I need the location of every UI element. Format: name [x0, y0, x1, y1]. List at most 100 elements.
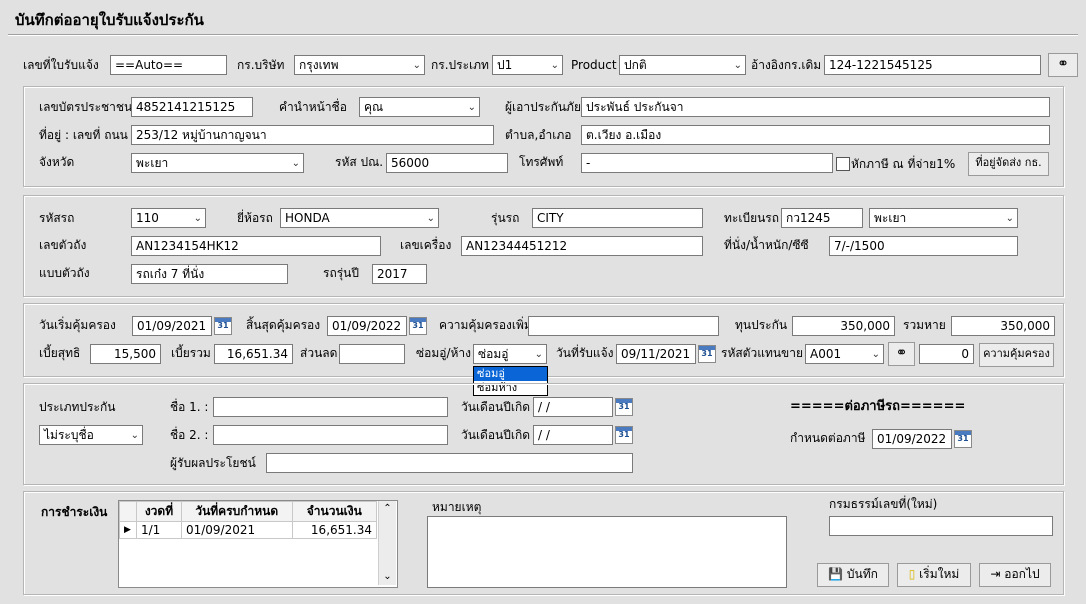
exit-button-label: ออกไป	[1004, 567, 1040, 581]
search-binocular-button[interactable]: ⚭	[1048, 53, 1078, 77]
type-select[interactable]: ป1 ⌄	[492, 55, 563, 75]
dob2-field[interactable]: / /	[533, 425, 613, 445]
calendar-icon[interactable]: 31	[615, 426, 633, 444]
engine-label: เลขเครื่อง	[400, 238, 452, 252]
prefix-select-value: คุณ	[364, 100, 384, 114]
due-date-cell: 01/09/2021	[180, 521, 293, 539]
calendar-icon[interactable]: 31	[698, 345, 716, 363]
tax-due-field[interactable]: 01/09/2022	[872, 429, 952, 449]
vehicle-code-value: 110	[136, 211, 159, 225]
policy-number-field[interactable]	[829, 516, 1053, 536]
payment-scrollbar[interactable]: ⌃ ⌄	[378, 501, 396, 585]
id-label: เลขบัตรประชาชน	[39, 100, 133, 114]
end-label: สิ้นสุดคุ้มครอง	[246, 318, 321, 332]
beneficiary-label: ผู้รับผลประโยชน์	[170, 456, 256, 470]
scroll-down-icon[interactable]: ⌄	[379, 569, 396, 585]
address-field[interactable]: 253/12 หมู่บ้านกาญจนา	[131, 125, 494, 145]
chevron-down-icon: ⌄	[193, 213, 202, 224]
province-label: จังหวัด	[39, 155, 75, 169]
calendar-icon[interactable]: 31	[615, 398, 633, 416]
company-label: กร.บริษัท	[237, 58, 285, 72]
product-select[interactable]: ปกติ ⌄	[619, 55, 746, 75]
calendar-icon[interactable]: 31	[214, 317, 232, 335]
gross-premium-label: เบี้ยรวม	[171, 346, 211, 360]
name2-label: ชื่อ 2. :	[170, 428, 209, 442]
plate-field[interactable]: กว1245	[781, 208, 863, 228]
type-select-value: ป1	[497, 58, 513, 72]
engine-field[interactable]: AN12344451212	[461, 236, 703, 256]
chevron-down-icon: ⌄	[412, 60, 421, 71]
table-row[interactable]: ▶ 1/1 01/09/2021 16,651.34	[119, 521, 378, 539]
company-select-value: กรุงเทพ	[299, 58, 339, 72]
brand-select[interactable]: HONDA ⌄	[280, 208, 439, 228]
remark-textarea[interactable]	[427, 516, 787, 588]
dob2-label: วันเดือนปีเกิด	[461, 428, 531, 442]
brand-value: HONDA	[285, 211, 330, 225]
chassis-field[interactable]: AN1234154HK12	[131, 236, 381, 256]
end-date-field[interactable]: 01/09/2022	[327, 316, 407, 336]
notice-no-label: เลขที่ใบรับแจ้ง	[23, 58, 99, 72]
sum-insured-label: ทุนประกัน	[735, 318, 788, 332]
net-premium-field[interactable]: 15,500	[90, 344, 161, 364]
new-button[interactable]: ▯ เริ่มใหม่	[897, 563, 971, 587]
name2-field[interactable]	[213, 425, 448, 445]
notice-no-field[interactable]: ==Auto==	[110, 55, 227, 75]
model-field[interactable]: CITY	[532, 208, 703, 228]
sum-insured-field[interactable]: 350,000	[792, 316, 895, 336]
scroll-up-icon[interactable]: ⌃	[379, 501, 396, 517]
year-field[interactable]: 2017	[372, 264, 427, 284]
chevron-down-icon: ⌄	[534, 349, 543, 360]
vehicle-code-label: รหัสรถ	[39, 211, 75, 225]
beneficiary-field[interactable]	[266, 453, 633, 473]
postcode-label: รหัส ปณ.	[335, 155, 384, 169]
plate-province-select[interactable]: พะเยา ⌄	[869, 208, 1018, 228]
discount-field[interactable]	[339, 344, 405, 364]
binocular-icon: ⚭	[1057, 56, 1069, 72]
calendar-icon[interactable]: 31	[954, 430, 972, 448]
phone-field[interactable]: -	[581, 153, 833, 173]
name1-field[interactable]	[213, 397, 448, 417]
binocular-icon: ⚭	[895, 345, 908, 361]
chevron-down-icon: ⌄	[1005, 213, 1014, 224]
seat-field[interactable]: 7/-/1500	[829, 236, 1018, 256]
prefix-select[interactable]: คุณ ⌄	[359, 97, 480, 117]
total-loss-field[interactable]: 350,000	[951, 316, 1055, 336]
net-premium-label: เบี้ยสุทธิ	[39, 346, 81, 360]
coverage-button[interactable]: ความคุ้มครอง	[979, 343, 1054, 367]
ref-field[interactable]: 124-1221545125	[824, 55, 1041, 75]
ship-address-button[interactable]: ที่อยู่จัดส่ง กธ.	[968, 152, 1049, 176]
chevron-down-icon: ⌄	[467, 102, 476, 113]
save-button[interactable]: 💾 บันทึก	[817, 563, 889, 587]
exit-button[interactable]: ⇥ ออกไป	[979, 563, 1051, 587]
start-date-field[interactable]: 01/09/2021	[132, 316, 212, 336]
district-field[interactable]: ต.เวียง อ.เมือง	[581, 125, 1050, 145]
agent-search-button[interactable]: ⚭	[888, 342, 915, 366]
postcode-field[interactable]: 56000	[386, 153, 508, 173]
calendar-icon[interactable]: 31	[409, 317, 427, 335]
dob1-label: วันเดือนปีเกิด	[461, 400, 531, 414]
gross-premium-field[interactable]: 16,651.34	[214, 344, 293, 364]
body-type-field[interactable]: รถเก๋ง 7 ที่นั่ง	[131, 264, 288, 284]
vehicle-code-select[interactable]: 110 ⌄	[131, 208, 206, 228]
prefix-label: คำนำหน้าชื่อ	[279, 100, 347, 114]
agent-select[interactable]: A001 ⌄	[805, 344, 884, 364]
brand-label: ยี่ห้อรถ	[237, 211, 273, 225]
product-select-value: ปกติ	[624, 58, 647, 72]
row-selector-header	[119, 501, 137, 522]
company-select[interactable]: กรุงเทพ ⌄	[294, 55, 425, 75]
repair-option[interactable]: ซ่อมอู่	[474, 367, 547, 381]
dob1-field[interactable]: / /	[533, 397, 613, 417]
repair-select[interactable]: ซ่อมอู่ ⌄	[473, 344, 547, 364]
chevron-down-icon: ⌄	[550, 60, 559, 71]
agent-number-field[interactable]: 0	[919, 344, 974, 364]
row-pointer-icon: ▶	[119, 521, 137, 539]
province-select[interactable]: พะเยา ⌄	[131, 153, 304, 173]
id-field[interactable]: 4852141215125	[131, 97, 253, 117]
insured-field[interactable]: ประพันธ์ ประกันจา	[581, 97, 1050, 117]
receive-date-field[interactable]: 09/11/2021	[616, 344, 696, 364]
repair-label: ซ่อมอู่/ห้าง	[416, 346, 472, 360]
remark-label: หมายเหตุ	[432, 500, 482, 514]
tax-withhold-checkbox[interactable]	[836, 157, 850, 171]
extra-coverage-field[interactable]	[528, 316, 719, 336]
insurance-type-select[interactable]: ไม่ระบุชื่อ ⌄	[39, 425, 143, 445]
